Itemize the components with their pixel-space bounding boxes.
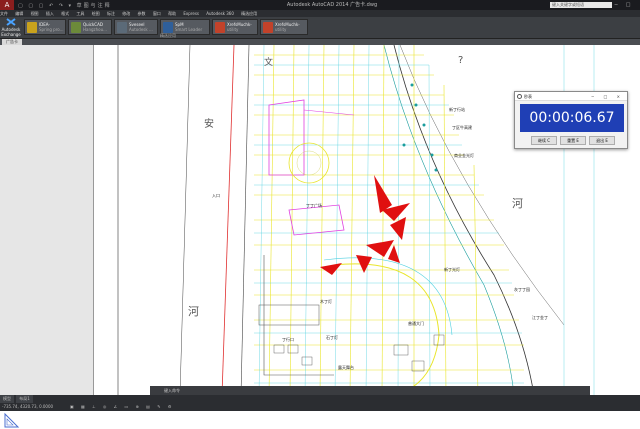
menu-item[interactable]: Express: [183, 10, 199, 17]
menu-item[interactable]: Autodesk 360: [206, 10, 234, 17]
command-line[interactable]: 键入命令: [150, 386, 590, 395]
exit-button[interactable]: 退出 E: [589, 136, 615, 145]
menu-item[interactable]: 视图: [31, 10, 39, 17]
app-icon: [163, 22, 173, 33]
app-subtitle: utility: [227, 27, 239, 32]
stopwatch-window: 秒表 − □ × 00:00:06.67 继续 C 重置 E 退出 E: [514, 91, 628, 149]
ribbon-app-button[interactable]: Sveseel Autodesk ...: [114, 19, 158, 35]
tab-layout1[interactable]: 布局1: [16, 395, 33, 403]
menu-item[interactable]: 参数: [138, 10, 146, 17]
map-label: 安: [204, 117, 214, 130]
menu-item[interactable]: 精选应用: [241, 10, 257, 17]
map-label: 露天舞台: [338, 364, 354, 370]
layout-tabs: 模型 布局1: [0, 395, 34, 403]
map-label: 江丁金丁: [532, 314, 548, 320]
command-input[interactable]: 键入命令: [164, 388, 180, 393]
ucs-icon: [4, 412, 20, 428]
ribbon-app-button[interactable]: XrefsMuchk-utility: [260, 19, 308, 35]
menu-item[interactable]: 修改: [122, 10, 130, 17]
map-label: 丁丁广场: [306, 202, 322, 208]
menu-item[interactable]: 文件: [0, 10, 8, 17]
map-label: ?: [458, 55, 463, 66]
app-icon: [263, 22, 273, 33]
coordinate-readout: -735.74, 4320.73, 0.0000: [2, 404, 54, 409]
app-subtitle: utility: [275, 27, 287, 32]
app-subtitle: Autodesk ...: [129, 27, 153, 32]
menu-item[interactable]: 帮助: [168, 10, 176, 17]
left-panel: [0, 45, 94, 428]
stopwatch-title: 秒表: [524, 94, 532, 99]
exchange-label: Autodesk Exchange: [1, 27, 21, 37]
status-toggles[interactable]: ▣ ▦ ⊥ ◎ ∠ ▭ ⊕ ▤ ✎ ⚙: [70, 404, 174, 409]
exchange-icon: [6, 18, 16, 26]
stopwatch-icon: [517, 94, 522, 99]
map-label: 灰丁丁园: [514, 286, 530, 292]
app-icon: [215, 22, 225, 33]
app-icon: [71, 22, 81, 33]
application-menu-button[interactable]: A: [0, 0, 14, 10]
app-subtitle: Spring pro...: [39, 27, 64, 32]
map-label: 新丁光灯: [444, 266, 460, 272]
map-label: 丁行口: [282, 336, 294, 342]
map-label: 新丁行站: [449, 106, 465, 112]
window-controls[interactable]: − □ ×: [591, 92, 624, 101]
continue-button[interactable]: 继续 C: [531, 136, 557, 145]
menu-bar: 文件 编辑 视图 插入 格式 工具 绘图 标注 修改 参数 窗口 帮助 Expr…: [0, 10, 640, 17]
app-icon: [117, 22, 127, 33]
map-label: 普通大门: [408, 320, 424, 326]
menu-item[interactable]: 编辑: [15, 10, 23, 17]
map-label: 入口: [212, 193, 220, 198]
ribbon-app-button[interactable]: IDEA- Spring pro...: [24, 19, 66, 35]
map-label: 文: [264, 56, 273, 68]
ribbon: IDEA- Spring pro... QuickCAD Hangzhou... S…: [0, 17, 640, 39]
autodesk-exchange-button[interactable]: Autodesk Exchange: [0, 17, 22, 39]
map-label: 石丁灯: [326, 334, 338, 340]
map-label: 河: [188, 305, 199, 318]
status-bar: 模型 布局1 -735.74, 4320.73, 0.0000 ▣ ▦ ⊥ ◎ …: [0, 395, 640, 411]
menu-item[interactable]: 绘图: [92, 10, 100, 17]
menu-item[interactable]: 插入: [46, 10, 54, 17]
map-label: 河: [512, 197, 523, 210]
app-subtitle: Smart Leader: [175, 27, 203, 32]
app-subtitle: Hangzhou...: [83, 27, 107, 32]
map-label: 丁区牛高建: [452, 124, 472, 130]
menu-item[interactable]: 工具: [76, 10, 84, 17]
map-label: 商业金光灯: [454, 152, 474, 158]
window-title: Autodesk AutoCAD 2014 广告卡.dwg: [286, 2, 378, 8]
menu-item[interactable]: 标注: [107, 10, 115, 17]
menu-item[interactable]: 窗口: [153, 10, 161, 17]
map-label: 木丁灯: [320, 298, 332, 304]
title-bar: A ▢ ▢ ▢ ↶ ↷ ▾ 草图与注释 Autodesk AutoCAD 201…: [0, 0, 640, 18]
menu-item[interactable]: 格式: [61, 10, 69, 17]
stopwatch-titlebar[interactable]: 秒表 − □ ×: [515, 92, 627, 101]
reset-button[interactable]: 重置 E: [560, 136, 586, 145]
ribbon-app-button[interactable]: QuickCAD Hangzhou...: [68, 19, 112, 35]
ribbon-app-button[interactable]: XrefsMuchk-utility: [212, 19, 258, 35]
app-icon: [27, 22, 37, 33]
stopwatch-time: 00:00:06.67: [520, 104, 624, 132]
tab-model[interactable]: 模型: [0, 395, 14, 403]
search-input[interactable]: 键入关键字或短语: [550, 2, 612, 8]
